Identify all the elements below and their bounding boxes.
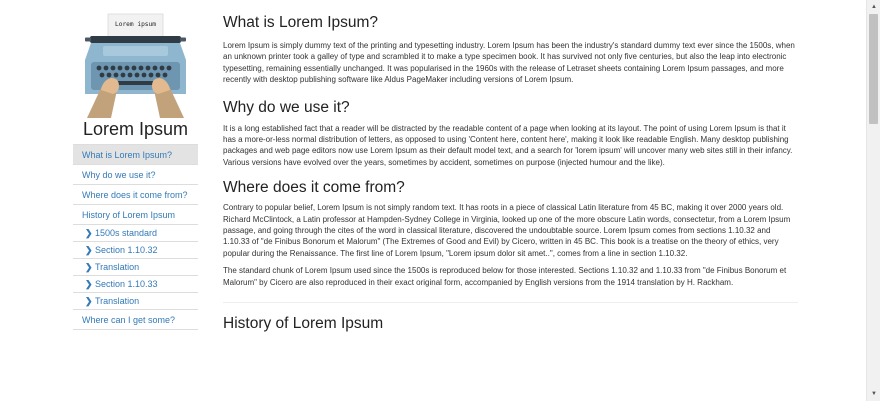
section-heading-why: Why do we use it?	[223, 98, 350, 116]
section-paragraph: The standard chunk of Lorem Ipsum used s…	[223, 266, 787, 287]
sidebar-item-where-does-it-come-from[interactable]: Where does it come from?	[73, 185, 198, 205]
section-divider	[223, 302, 798, 304]
sidebar-subitem-section-1-10-33[interactable]: ❯ Section 1.10.33	[73, 276, 198, 293]
sidebar-subitem-label: Section 1.10.33	[95, 278, 158, 289]
logo-paper-text: Lorem ipsum	[115, 21, 156, 28]
vertical-scrollbar[interactable]: ▲ ▼	[866, 0, 880, 401]
chevron-right-icon: ❯	[85, 295, 93, 306]
sidebar-subitem-translation-2[interactable]: ❯ Translation	[73, 293, 198, 310]
sidebar-subitem-label: Section 1.10.32	[95, 244, 158, 255]
sidebar-nav: What is Lorem Ipsum? Why do we use it? W…	[73, 144, 198, 330]
section-paragraph: Lorem Ipsum is simply dummy text of the …	[223, 41, 795, 85]
typewriter-illustration: Lorem ipsum	[85, 13, 186, 118]
chevron-right-icon: ❯	[85, 244, 93, 255]
main-content: What is Lorem Ipsum? Lorem Ipsum is simp…	[223, 8, 798, 334]
chevron-right-icon: ❯	[85, 227, 93, 238]
scrollbar-thumb[interactable]	[869, 14, 878, 124]
sidebar: Lorem ipsum Lorem Ipsum What is Lorem Ip…	[73, 8, 198, 330]
chevron-right-icon: ❯	[85, 261, 93, 272]
sidebar-item-where-can-i-get-some[interactable]: Where can I get some?	[73, 310, 198, 330]
sidebar-subitem-translation-1[interactable]: ❯ Translation	[73, 259, 198, 276]
section-paragraph: Contrary to popular belief, Lorem Ipsum …	[223, 203, 791, 258]
sidebar-subitem-label: Translation	[95, 261, 140, 272]
section-heading-where: Where does it come from?	[223, 179, 405, 197]
section-heading-what-is: What is Lorem Ipsum?	[223, 14, 379, 31]
scroll-down-arrow-icon[interactable]: ▼	[867, 387, 880, 401]
sidebar-item-what-is-lorem-ipsum[interactable]: What is Lorem Ipsum?	[73, 145, 198, 165]
section-heading-history: History of Lorem Ipsum	[223, 315, 384, 333]
section-paragraph: It is a long established fact that a rea…	[223, 123, 793, 167]
sidebar-item-history-of-lorem-ipsum[interactable]: History of Lorem Ipsum	[73, 205, 198, 225]
page: Lorem ipsum Lorem Ipsum What is Lorem Ip…	[0, 0, 880, 401]
chevron-right-icon: ❯	[85, 278, 93, 289]
sidebar-subitem-1500s-standard[interactable]: ❯ 1500s standard	[73, 225, 198, 242]
typewriter-logo: Lorem ipsum	[73, 8, 198, 118]
sidebar-item-why-do-we-use-it[interactable]: Why do we use it?	[73, 165, 198, 185]
site-title: Lorem Ipsum	[82, 119, 189, 139]
sidebar-subitem-section-1-10-32[interactable]: ❯ Section 1.10.32	[73, 242, 198, 259]
scroll-up-arrow-icon[interactable]: ▲	[867, 0, 880, 14]
sidebar-subitem-label: 1500s standard	[95, 227, 158, 238]
sidebar-subitem-label: Translation	[95, 295, 140, 306]
